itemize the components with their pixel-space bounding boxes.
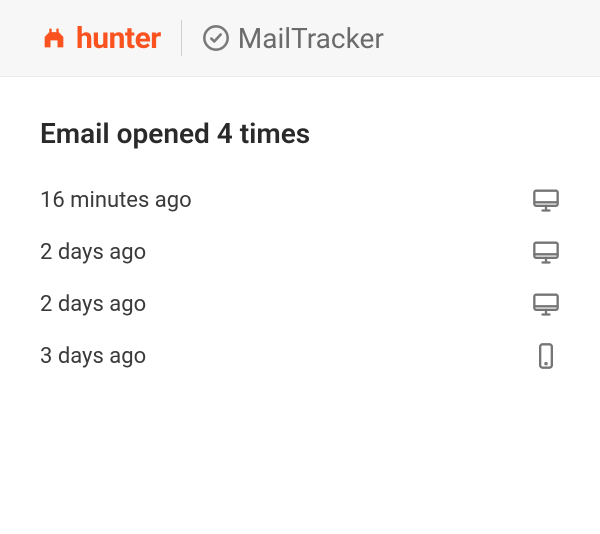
brand-name: hunter <box>76 21 161 56</box>
opens-list: 16 minutes ago 2 days ago <box>40 186 560 370</box>
open-event-time: 3 days ago <box>40 344 146 369</box>
brand-logo: hunter <box>40 21 161 56</box>
desktop-icon <box>532 290 560 318</box>
desktop-icon <box>532 238 560 266</box>
mobile-icon <box>532 342 560 370</box>
page-title: Email opened 4 times <box>40 117 560 150</box>
open-event-time: 16 minutes ago <box>40 188 192 213</box>
checkmark-circle-icon <box>202 24 230 52</box>
header-divider <box>181 20 182 56</box>
desktop-icon <box>532 186 560 214</box>
hunter-logo-icon <box>40 24 68 52</box>
open-event-row: 2 days ago <box>40 290 560 318</box>
product-name: MailTracker <box>238 22 384 55</box>
content: Email opened 4 times 16 minutes ago 2 da… <box>0 77 600 370</box>
open-event-time: 2 days ago <box>40 240 146 265</box>
open-event-row: 3 days ago <box>40 342 560 370</box>
open-event-row: 16 minutes ago <box>40 186 560 214</box>
open-event-row: 2 days ago <box>40 238 560 266</box>
open-event-time: 2 days ago <box>40 292 146 317</box>
header: hunter MailTracker <box>0 0 600 77</box>
product-label: MailTracker <box>202 22 384 55</box>
